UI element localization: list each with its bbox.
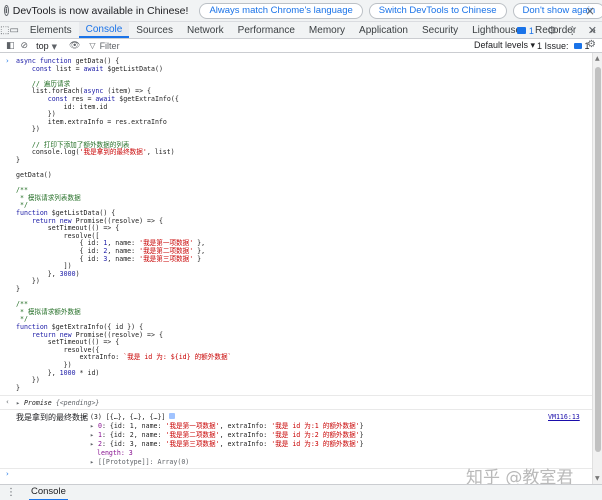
array-item-text: 1: {id: 2, name: '我是第二项数据', extraInfo: '…: [97, 431, 364, 439]
expand-triangle-icon: ▸: [16, 399, 24, 407]
result-return-arrow-icon: ‹: [6, 398, 9, 406]
device-toolbar-icon[interactable]: ▭: [9, 22, 18, 38]
drawer-bar: ⋮ Console: [0, 484, 602, 500]
tab-sources[interactable]: Sources: [129, 22, 180, 38]
tab-performance[interactable]: Performance: [231, 22, 302, 38]
entry-divider: [0, 409, 592, 410]
issues-label: 1 Issue:: [537, 40, 569, 51]
context-selector-label: top: [36, 40, 49, 51]
promise-state: {<pending>}: [55, 399, 100, 407]
promise-result-line[interactable]: ▸ Promise {<pending>}: [16, 399, 99, 407]
sidebar-toggle-icon[interactable]: ◧: [6, 41, 15, 51]
messages-badge[interactable]: 1: [516, 25, 534, 36]
promise-label: Promise: [23, 399, 52, 407]
info-icon: i: [4, 5, 9, 16]
issue-icon: [573, 42, 582, 49]
code-line: getData(): [16, 171, 52, 179]
info-square-icon: [169, 413, 176, 419]
messages-count: 1: [528, 25, 534, 36]
array-item-2[interactable]: ▸ 2: {id: 3, name: '我是第三项数据', extraInfo:…: [90, 440, 364, 448]
code-line: }: [16, 285, 20, 293]
context-selector[interactable]: top ▼: [36, 41, 57, 51]
console-output[interactable]: › async function getData() { const list …: [0, 53, 592, 483]
array-prototype[interactable]: ▸ [[Prototype]]: Array(0): [90, 458, 189, 466]
input-prompt-chevron-icon: ›: [6, 57, 9, 65]
array-item-1[interactable]: ▸ 1: {id: 2, name: '我是第二项数据', extraInfo:…: [90, 431, 364, 439]
tab-network[interactable]: Network: [180, 22, 231, 38]
array-item-0[interactable]: ▸ 0: {id: 1, name: '我是第一项数据', extraInfo:…: [90, 422, 364, 430]
notice-message: DevTools is now available in Chinese!: [12, 4, 189, 17]
drawer-menu-icon[interactable]: ⋮: [6, 487, 16, 498]
code-line: console.log('我是拿到的最终数据', list): [16, 148, 175, 157]
code-line: }): [16, 125, 40, 134]
settings-gear-icon[interactable]: ⚙: [547, 24, 557, 37]
scroll-down-arrow-icon[interactable]: ▼: [595, 475, 600, 482]
log-levels-dropdown[interactable]: Default levels ▾: [474, 39, 535, 52]
tab-bar-right-tools: 1 ⚙ ⋮ ✕: [516, 22, 602, 39]
log-message-label: 我是拿到的最终数据: [16, 413, 88, 422]
language-notice-bar: i DevTools is now available in Chinese! …: [0, 0, 602, 22]
drawer-tab-console[interactable]: Console: [29, 485, 68, 500]
filter-box: ▽: [89, 40, 160, 51]
tab-security[interactable]: Security: [415, 22, 465, 38]
close-devtools-icon[interactable]: ✕: [588, 24, 597, 37]
scrollbar-thumb[interactable]: [595, 67, 601, 452]
entry-divider: [0, 395, 592, 396]
tab-memory[interactable]: Memory: [302, 22, 352, 38]
more-options-icon[interactable]: ⋮: [567, 24, 578, 37]
expand-triangle-icon: ▸: [90, 431, 98, 439]
filter-input[interactable]: [99, 40, 160, 51]
filter-funnel-icon: ▽: [89, 41, 96, 50]
scroll-up-arrow-icon[interactable]: ▲: [595, 55, 600, 62]
code-line: const list = await $getListData(): [31, 64, 163, 73]
live-expression-eye-icon[interactable]: 👁: [69, 41, 80, 51]
inspect-element-icon[interactable]: ⬚: [0, 22, 9, 38]
chevron-down-icon: ▼: [51, 42, 57, 51]
devtools-tab-bar: ⬚ ▭ Elements Console Sources Network Per…: [0, 22, 602, 39]
clear-console-icon[interactable]: ⊘: [21, 41, 29, 51]
console-scrollbar[interactable]: ▲ ▼: [592, 53, 602, 484]
expand-triangle-icon: ▸: [90, 458, 98, 466]
code-line: }: [16, 383, 20, 392]
array-summary-line[interactable]: ▾ (3) [{…}, {…}, {…}]: [82, 413, 176, 421]
message-icon: [516, 27, 526, 34]
tab-application[interactable]: Application: [352, 22, 415, 38]
console-prompt-chevron-icon[interactable]: ›: [6, 470, 9, 478]
always-match-language-button[interactable]: Always match Chrome's language: [199, 2, 363, 19]
prototype-text: [[Prototype]]: Array(0): [97, 458, 190, 466]
array-summary: (3) [{…}, {…}, {…}]: [89, 413, 166, 421]
switch-to-chinese-button[interactable]: Switch DevTools to Chinese: [368, 2, 507, 19]
expand-triangle-icon: ▸: [90, 440, 98, 448]
close-icon[interactable]: ×: [585, 4, 595, 18]
expand-triangle-icon: ▸: [90, 422, 98, 430]
tab-console[interactable]: Console: [78, 22, 130, 38]
console-settings-gear-icon[interactable]: ⚙: [587, 39, 596, 50]
array-item-text: 2: {id: 3, name: '我是第三项数据', extraInfo: '…: [97, 440, 364, 448]
console-toolbar: ◧ ⊘ top▼ 👁 ▽ Default levels ▾ 1 Issue: 1…: [0, 39, 602, 53]
tab-elements[interactable]: Elements: [23, 22, 79, 38]
array-item-text: 0: {id: 1, name: '我是第一项数据', extraInfo: '…: [97, 422, 364, 430]
source-location-link[interactable]: VM116:13: [548, 413, 580, 421]
code-line: }: [16, 155, 20, 164]
issues-counter[interactable]: 1 Issue: 1: [537, 39, 590, 52]
array-length: length: 3: [97, 449, 133, 457]
